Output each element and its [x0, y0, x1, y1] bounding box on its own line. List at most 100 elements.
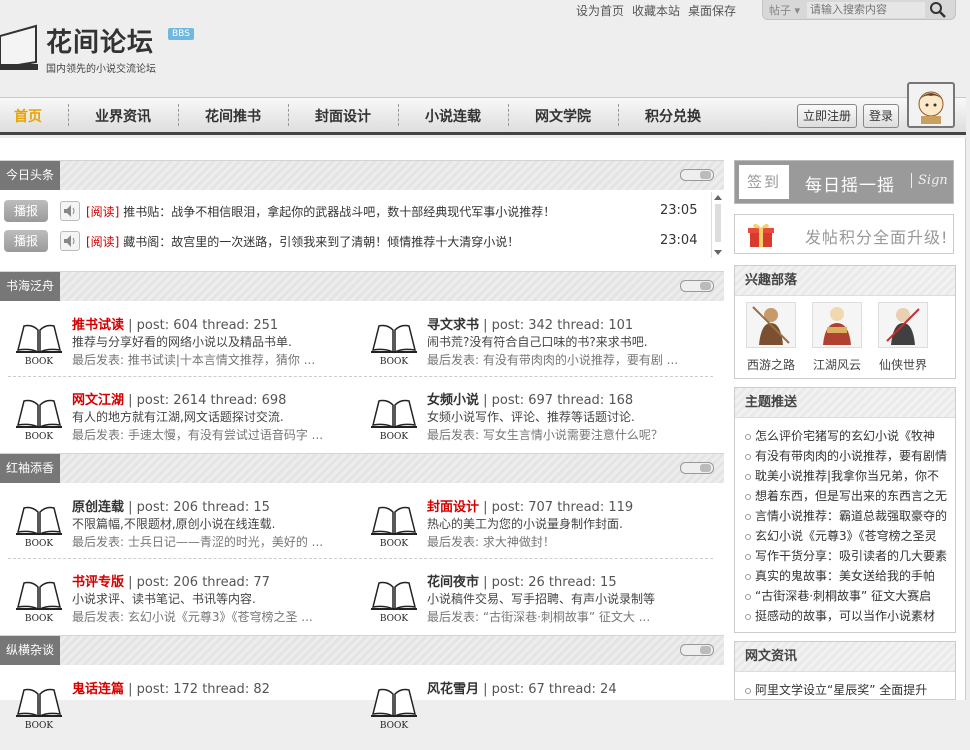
search-type-select[interactable]: 帖子 ▾	[763, 2, 807, 18]
open-book-drawing: BOOK	[16, 506, 62, 549]
topic-item[interactable]: 挺感动的故事，可以当作小说素材	[745, 606, 951, 626]
forum-name[interactable]: 花间夜市	[427, 575, 479, 590]
collapse-toggle-icon[interactable]	[680, 462, 714, 474]
forum-item[interactable]: BOOK 风花雪月 | post: 67 thread: 24	[355, 678, 705, 750]
forum-item[interactable]: BOOK 女频小说 | post: 697 thread: 168 女频小说写作…	[355, 389, 705, 461]
search-input[interactable]	[807, 1, 925, 18]
register-button[interactable]: 立即注册	[797, 104, 858, 128]
forum-name[interactable]: 寻文求书	[427, 318, 479, 333]
forum-name[interactable]: 鬼话连篇	[72, 682, 124, 697]
nav-home[interactable]: 首页	[14, 106, 42, 126]
forum-last-post[interactable]: 最后发表: 士兵日记——青涩的时光，美好的 ...	[72, 533, 323, 550]
collapse-toggle-icon[interactable]	[680, 169, 714, 181]
set-homepage-link[interactable]: 设为首页	[576, 2, 624, 19]
tribe-item[interactable]: 江湖风云	[807, 302, 867, 373]
headline-row[interactable]: 播报 [阅读] 推书贴：战争不相信眼泪，拿起你的武器战斗吧，数十部经典现代军事小…	[0, 197, 710, 227]
bookmark-link[interactable]: 收藏本站	[632, 2, 680, 19]
forum-last-post[interactable]: 最后发表: “古街深巷·刺桐故事” 征文大 ...	[427, 608, 650, 625]
forum-name[interactable]: 封面设计	[427, 500, 479, 515]
topic-item[interactable]: 想着东西，但是写出来的东西言之无	[745, 486, 951, 506]
row-divider	[8, 558, 713, 559]
avatar[interactable]	[907, 82, 955, 128]
topic-item[interactable]: 言情小说推荐：霸道总裁强取豪夺的	[745, 506, 951, 526]
book-icon[interactable]: BOOK	[14, 682, 64, 732]
tribe-item[interactable]: 西游之路	[741, 302, 801, 373]
forum-item[interactable]: BOOK 花间夜市 | post: 26 thread: 15 小说稿件交易、写…	[355, 571, 705, 643]
book-icon[interactable]: BOOK	[14, 318, 64, 368]
broadcast-tag[interactable]: 播报	[4, 200, 48, 222]
right-sidebar: 签到 每日摇一摇 Sign 发帖积分全面升级! 兴趣部落 西游之路 江湖风云 仙…	[734, 138, 956, 700]
collapse-toggle-icon[interactable]	[680, 644, 714, 656]
tribe-image-jianghu[interactable]	[812, 302, 862, 348]
book-icon[interactable]: BOOK	[369, 500, 419, 550]
tribe-name[interactable]: 仙侠世界	[873, 356, 933, 373]
tribe-name[interactable]: 西游之路	[741, 356, 801, 373]
forum-last-post[interactable]: 最后发表: 有没有带肉肉的小说推荐，要有剧 ...	[427, 351, 678, 368]
desktop-save-link[interactable]: 桌面保存	[688, 2, 736, 19]
nav-book-recommend[interactable]: 花间推书	[205, 106, 261, 126]
bbs-badge: BBS	[168, 28, 194, 40]
nav-cover-design[interactable]: 封面设计	[315, 106, 371, 126]
nav-points-exchange[interactable]: 积分兑换	[645, 106, 701, 126]
tribe-image-xianxia[interactable]	[878, 302, 928, 348]
forum-name[interactable]: 推书试读	[72, 318, 124, 333]
topic-item[interactable]: “古街深巷·刺桐故事” 征文大赛启	[745, 586, 951, 606]
forum-last-post[interactable]: 最后发表: 推书试读|十本言情文推荐，猜你 ...	[72, 351, 315, 368]
book-icon[interactable]: BOOK	[14, 575, 64, 625]
daily-signin-banner[interactable]: 签到 每日摇一摇 Sign	[734, 160, 954, 204]
forum-name[interactable]: 风花雪月	[427, 682, 479, 697]
logo-icon[interactable]	[0, 24, 40, 74]
tribe-name[interactable]: 江湖风云	[807, 356, 867, 373]
speaker-icon[interactable]	[60, 231, 80, 251]
topic-item[interactable]: 耽美小说推荐|我拿你当兄弟，你不	[745, 466, 951, 486]
topic-item[interactable]: 怎么评价宅猪写的玄幻小说《牧神	[745, 426, 951, 446]
signin-tab[interactable]: 签到	[739, 165, 789, 199]
forum-item[interactable]: BOOK 书评专版 | post: 206 thread: 77 小说求评、读书…	[0, 571, 350, 643]
forum-stats: | post: 206 thread: 77	[128, 575, 270, 590]
forum-item[interactable]: BOOK 网文江湖 | post: 2614 thread: 698 有人的地方…	[0, 389, 350, 461]
forum-name[interactable]: 原创连载	[72, 500, 124, 515]
topic-item[interactable]: 玄幻小说《元尊3》《苍穹榜之圣灵	[745, 526, 951, 546]
nav-web-academy[interactable]: 网文学院	[535, 106, 591, 126]
tribe-image-westward[interactable]	[746, 302, 796, 348]
collapse-toggle-icon[interactable]	[680, 280, 714, 292]
topic-item[interactable]: 有没有带肉肉的小说推荐，要有剧情	[745, 446, 951, 466]
forum-stats: | post: 67 thread: 24	[483, 682, 617, 697]
forum-name[interactable]: 女频小说	[427, 393, 479, 408]
speaker-icon[interactable]	[60, 201, 80, 221]
nav-serial-novels[interactable]: 小说连载	[425, 106, 481, 126]
headline-scrollbar[interactable]	[711, 192, 723, 258]
forum-last-post[interactable]: 最后发表: 求大神做封！	[427, 533, 555, 550]
headline-text[interactable]: [阅读] 藏书阁：故宫里的一次迷路，引领我来到了清朝！倾情推荐十大清穿小说！	[86, 233, 519, 250]
book-icon[interactable]: BOOK	[369, 575, 419, 625]
broadcast-tag[interactable]: 播报	[4, 230, 48, 252]
upgrade-text: 发帖积分全面升级!	[805, 228, 949, 247]
book-icon[interactable]: BOOK	[369, 393, 419, 443]
search-button[interactable]	[925, 1, 951, 19]
forum-name[interactable]: 书评专版	[72, 575, 124, 590]
book-icon[interactable]: BOOK	[14, 393, 64, 443]
headline-row[interactable]: 播报 [阅读] 藏书阁：故宫里的一次迷路，引领我来到了清朝！倾情推荐十大清穿小说…	[0, 227, 710, 257]
nav-industry-news[interactable]: 业界资讯	[95, 106, 151, 126]
forum-name[interactable]: 网文江湖	[72, 393, 124, 408]
topic-item[interactable]: 写作干货分享：吸引读者的几大要素	[745, 546, 951, 566]
forum-item[interactable]: BOOK 鬼话连篇 | post: 172 thread: 82	[0, 678, 350, 750]
topic-item[interactable]: 真实的鬼故事：美女送给我的手帕	[745, 566, 951, 586]
main-content: 今日头条 播报 [阅读] 推书贴：战争不相信眼泪，拿起你的武器战斗吧，数十部经典…	[0, 138, 966, 731]
points-upgrade-banner[interactable]: 发帖积分全面升级!	[734, 214, 954, 254]
book-icon[interactable]: BOOK	[369, 318, 419, 368]
tribe-item[interactable]: 仙侠世界	[873, 302, 933, 373]
site-title[interactable]: 花间论坛	[46, 22, 154, 59]
forum-last-post[interactable]: 最后发表: 手速太慢，有没有尝试过语音码字 ...	[72, 426, 323, 443]
news-item[interactable]: 阿里文学设立“星辰奖” 全面提升	[745, 680, 951, 700]
forum-stats: | post: 26 thread: 15	[483, 575, 617, 590]
book-icon[interactable]: BOOK	[14, 500, 64, 550]
forum-description: 不限篇幅,不限题材,原创小说在线连载.	[72, 517, 276, 531]
forum-last-post[interactable]: 最后发表: 玄幻小说《元尊3》《苍穹榜之圣 ...	[72, 608, 313, 625]
login-button[interactable]: 登录	[863, 104, 900, 128]
panel-title: 网文资讯	[735, 642, 955, 672]
forum-last-post[interactable]: 最后发表: 写女生言情小说需要注意什么呢？	[427, 426, 663, 443]
book-icon[interactable]: BOOK	[369, 682, 419, 732]
headline-text[interactable]: [阅读] 推书贴：战争不相信眼泪，拿起你的武器战斗吧，数十部经典现代军事小说推荐…	[86, 203, 555, 220]
forum-stats: | post: 2614 thread: 698	[128, 393, 287, 408]
